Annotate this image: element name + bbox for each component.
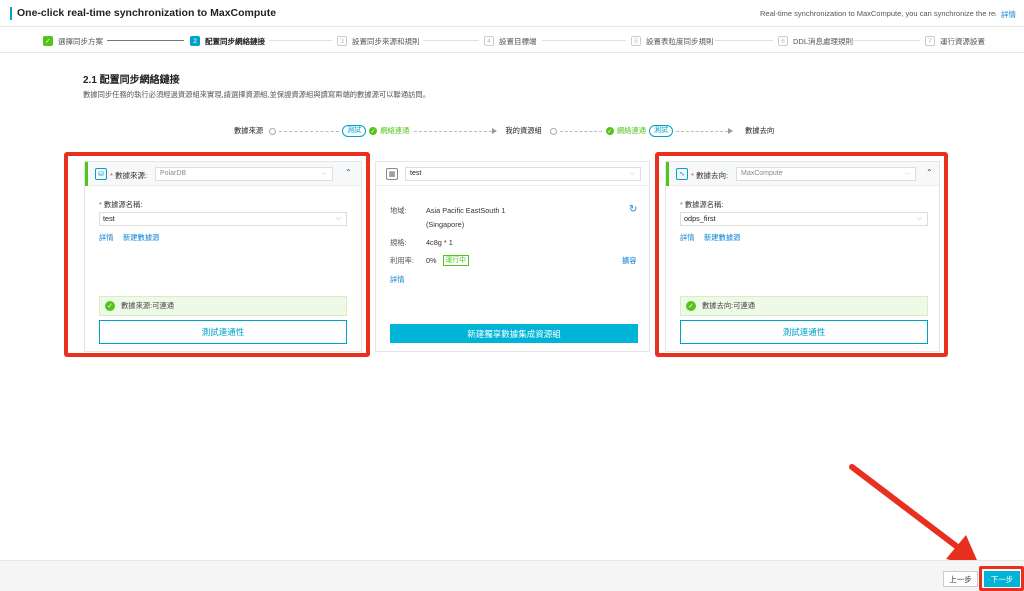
check-icon: ✓ [43,36,53,46]
region-value-2: (Singapore) [426,220,465,229]
page-title: One-click real-time synchronization to M… [17,7,277,19]
usage-label: 利用率: [390,256,414,265]
header-details-link[interactable]: 詳情 [1001,9,1016,20]
step-1[interactable]: ✓ 選擇同步方案 [43,35,103,47]
check-circle-icon: ✓ [369,127,378,135]
step-connector [715,40,773,41]
title-accent [10,7,12,20]
spec-label: 規格: [390,238,407,247]
flow-test-button-target[interactable]: 測試 [649,125,674,137]
pointer-arrow [849,464,980,567]
flow-net-status-source: 網絡連通 [380,126,410,135]
step-number: 3 [337,36,347,46]
flow-node-icon [549,127,557,135]
top-bar: One-click real-time synchronization to M… [0,0,1024,27]
status-badge: 運行中 [442,255,469,266]
flow-dash [279,130,340,132]
resource-group-panel: ▦ test ⌵ 地域: Asia Pacific EastSouth 1 (Si… [375,161,650,352]
step-connector [853,40,920,41]
step-label: DDL消息處理規則 [793,36,854,46]
arrow-right-icon [492,128,498,134]
resource-panel-header: ▦ test ⌵ [376,162,649,186]
step-6[interactable]: 6 DDL消息處理規則 [778,35,853,47]
step-label: 設置表粒度同步規則 [646,36,714,46]
arrow-right-icon [728,128,734,134]
step-connector [423,40,479,41]
server-icon: ▦ [386,168,398,180]
resource-group-value: test [410,170,422,177]
spec-value: 4c8g * 1 [426,238,453,247]
connectivity-flow: 數據來源 測試 ✓ 網絡連通 我的資源組 ✓ 網絡連通 測試 數據去向 [234,125,774,137]
chevron-down-icon: ⌵ [629,170,635,177]
region-label: 地域: [390,206,407,215]
highlight-box-target [655,152,948,357]
resource-group-select[interactable]: test ⌵ [405,167,641,181]
step-4[interactable]: 4 設置目標端 [484,35,537,47]
flow-resource-group-label: 我的資源組 [505,126,542,135]
flow-dash [414,130,493,132]
step-2[interactable]: 2 配置同步網絡鏈接 [190,35,265,47]
step-number: 6 [778,36,788,46]
usage-value: 0% [426,256,437,265]
expand-link[interactable]: 擴容 [622,256,637,266]
step-number: 5 [631,36,641,46]
step-label: 設置目標端 [499,36,537,46]
step-3[interactable]: 3 設置同步來源和規則 [337,35,420,47]
resource-details-link[interactable]: 詳情 [390,275,405,285]
section-subtitle: 數據同步任務的執行必須經過資源組來實現,請選擇資源組,並保證資源組與讀寫兩端的數… [83,90,431,99]
step-label: 配置同步網絡鏈接 [205,36,265,46]
check-circle-icon: ✓ [605,127,614,135]
section-title: 2.1 配置同步網絡鏈接 [83,75,180,86]
flow-net-status-target: 網絡連通 [616,126,647,135]
flow-dash [676,130,729,132]
refresh-icon[interactable]: ↻ [629,204,637,215]
step-label: 選擇同步方案 [58,36,103,46]
step-number: 4 [484,36,494,46]
prev-step-button[interactable]: 上一步 [943,571,978,587]
region-value: Asia Pacific EastSouth 1 [426,206,506,215]
step-label: 設置同步來源和規則 [352,36,420,46]
flow-node-icon [269,127,277,135]
flow-test-button-source[interactable]: 測試 [342,125,367,137]
step-label: 運行資源設置 [940,36,985,46]
create-resource-group-button[interactable]: 新建獨享數據集成資源組 [390,324,638,343]
flow-dash [559,130,602,132]
step-connector [107,40,184,41]
step-7[interactable]: 7 運行資源設置 [925,35,985,47]
header-description: Real-time synchronization to MaxCompute,… [760,9,996,18]
flow-target-label: 數據去向 [745,126,775,135]
step-number: 2 [190,36,200,46]
footer-bar [0,560,1024,591]
step-number: 7 [925,36,935,46]
highlight-box-next [979,566,1024,591]
highlight-box-source [64,152,370,357]
step-connector [269,40,332,41]
step-5[interactable]: 5 設置表粒度同步規則 [631,35,714,47]
step-connector [542,40,626,41]
flow-source-label: 數據來源 [234,126,264,135]
